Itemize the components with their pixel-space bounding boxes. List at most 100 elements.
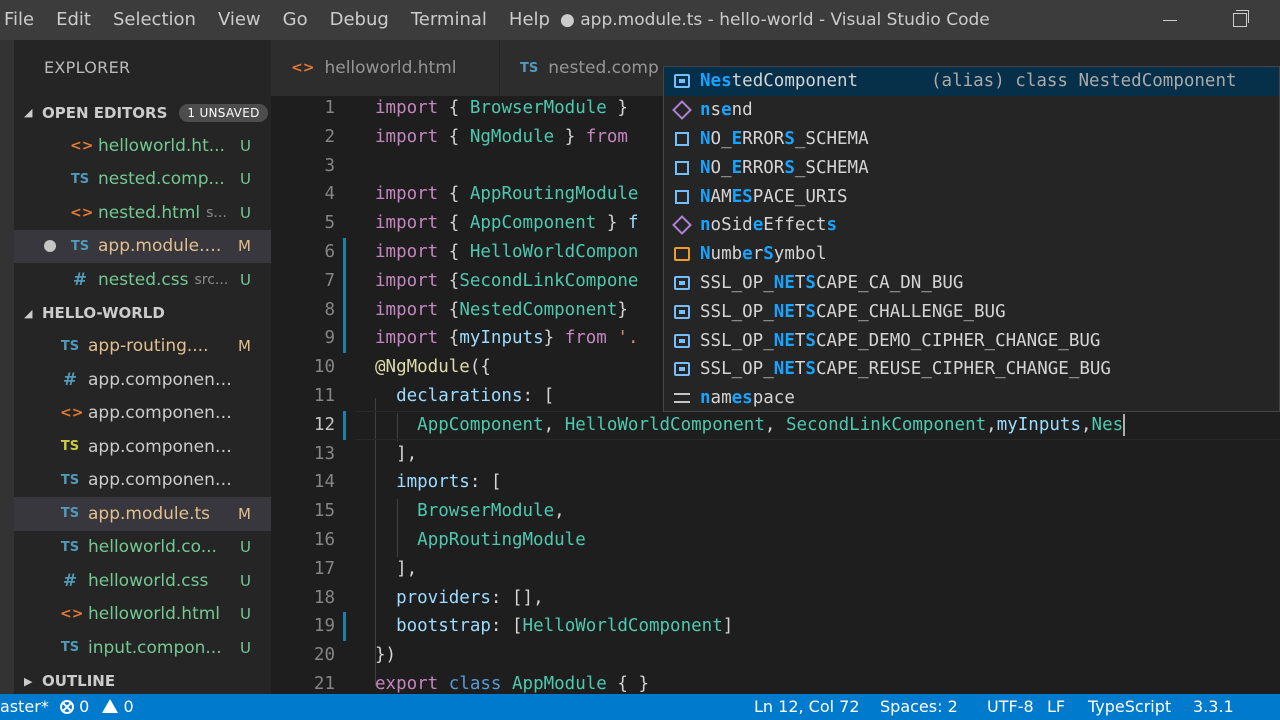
menu-terminal[interactable]: Terminal: [400, 0, 498, 40]
ts-version[interactable]: 3.3.1: [1193, 694, 1234, 720]
menu-go[interactable]: Go: [272, 0, 319, 40]
minimize-button[interactable]: [1140, 0, 1200, 40]
language-mode[interactable]: TypeScript: [1088, 694, 1171, 720]
file-name: helloworld.css: [88, 570, 209, 591]
minimize-icon: [1163, 19, 1177, 21]
text-cursor: [1123, 413, 1126, 436]
file-name: app-routing....: [88, 336, 209, 357]
suggestion-item[interactable]: NestedComponent (alias) class NestedCompo…: [664, 67, 1279, 96]
file-tree-item[interactable]: TS input.compon... U: [14, 631, 271, 665]
file-path-description: s...: [206, 204, 227, 221]
branch-status[interactable]: aster*: [0, 694, 49, 720]
code-line[interactable]: 21 export class AppModule { }: [271, 670, 1280, 694]
code-line[interactable]: 18 providers: [],: [271, 584, 1280, 613]
suggestion-item[interactable]: SSL_OP_NETSCAPE_CHALLENGE_BUG: [664, 297, 1279, 326]
code-line[interactable]: 14 imports: [: [271, 468, 1280, 497]
code-line[interactable]: 12 AppComponent, HelloWorldComponent, Se…: [271, 410, 1280, 440]
line-code: declarations: [: [396, 386, 555, 406]
open-editors-header[interactable]: ◢ OPEN EDITORS 1 UNSAVED: [14, 96, 271, 129]
file-name: nested.comp...: [98, 169, 225, 190]
cursor-position[interactable]: Ln 12, Col 72: [754, 694, 860, 720]
code-line[interactable]: 17 ],: [271, 555, 1280, 584]
suggestion-item[interactable]: nsend: [664, 96, 1279, 125]
file-tree-item[interactable]: <> helloworld.html U: [14, 598, 271, 632]
file-tree-item[interactable]: TS app.module.ts M: [14, 497, 271, 531]
problems-status[interactable]: 0 0: [60, 694, 134, 720]
menu-file[interactable]: File: [0, 0, 45, 40]
hello-world-header[interactable]: ◢ HELLO-WORLD: [14, 297, 271, 330]
open-editor-item[interactable]: <> helloworld.ht... U: [14, 129, 271, 163]
file-name: app.module.ts: [88, 503, 211, 524]
file-tree-item[interactable]: # app.component.css: [14, 363, 271, 397]
suggestion-item[interactable]: namespace: [664, 384, 1279, 411]
line-number: 9: [324, 328, 335, 349]
suggestion-item[interactable]: SSL_OP_NETSCAPE_DEMO_CIPHER_CHANGE_BUG: [664, 326, 1279, 355]
line-code: export class AppModule { }: [375, 674, 650, 694]
code-line[interactable]: 16 AppRoutingModule: [271, 526, 1280, 555]
outline-header[interactable]: ▶ OUTLINE: [14, 665, 271, 695]
open-editor-item[interactable]: TS app.module.t... M: [14, 229, 271, 263]
suggestion-item[interactable]: SSL_OP_NETSCAPE_REUSE_CIPHER_CHANGE_BUG: [664, 355, 1279, 384]
file-tree-item[interactable]: # helloworld.css U: [14, 564, 271, 598]
restore-button[interactable]: [1210, 0, 1270, 40]
menu-help[interactable]: Help: [498, 0, 561, 40]
eol-status[interactable]: LF: [1047, 694, 1065, 720]
suggestion-item[interactable]: NO_ERRORS_SCHEMA: [664, 153, 1279, 182]
menu-selection[interactable]: Selection: [102, 0, 207, 40]
code-line[interactable]: 20}): [271, 641, 1280, 670]
line-code: }): [375, 645, 397, 666]
file-tree-item[interactable]: TS helloworld.co... U: [14, 531, 271, 565]
menu-debug[interactable]: Debug: [319, 0, 400, 40]
warning-count: 0: [123, 697, 134, 716]
html-file-icon: <>: [60, 405, 84, 422]
modified-line-marker: [343, 295, 346, 325]
line-code: import {myInputs} from '.: [375, 328, 639, 349]
file-tree-item[interactable]: <>app.component.html: [14, 397, 271, 431]
chevron-down-icon: ◢: [24, 306, 33, 320]
git-status-badge: U: [240, 538, 251, 557]
line-code: BrowserModule,: [417, 501, 565, 522]
unsaved-dot-icon: [44, 240, 56, 253]
file-name: app.component.ts: [88, 470, 238, 491]
open-editor-item[interactable]: <> nested.html s... U: [14, 196, 271, 230]
unsaved-badge: 1 UNSAVED: [179, 103, 268, 122]
suggestion-item[interactable]: NAMESPACE_URIS: [664, 182, 1279, 211]
git-status-badge: U: [240, 270, 251, 289]
suggestion-item[interactable]: NumberSymbol: [664, 240, 1279, 269]
namespace-symbol-icon: [670, 386, 694, 410]
encoding-status[interactable]: UTF-8: [987, 694, 1034, 720]
line-code: bootstrap: [HelloWorldComponent]: [396, 616, 734, 637]
line-code: import {NestedComponent}: [375, 299, 628, 320]
code-line[interactable]: 13 ],: [271, 440, 1280, 469]
code-line[interactable]: 19 bootstrap: [HelloWorldComponent]: [271, 612, 1280, 642]
open-editor-item[interactable]: # nested.css src... U: [14, 263, 271, 297]
code-line[interactable]: 15 BrowserModule,: [271, 497, 1280, 526]
file-name: input.compon...: [88, 637, 222, 658]
git-status-badge: U: [240, 203, 251, 222]
file-name: helloworld.co...: [88, 537, 217, 558]
ts-file-icon: TS: [60, 640, 80, 656]
suggest-widget[interactable]: NestedComponent (alias) class NestedCompo…: [663, 66, 1280, 412]
project-label: HELLO-WORLD: [42, 304, 165, 322]
file-tree-item[interactable]: TS app-routing.... M: [14, 330, 271, 364]
line-code: import { BrowserModule }: [375, 98, 628, 118]
indentation-status[interactable]: Spaces: 2: [880, 694, 958, 720]
menu-view[interactable]: View: [207, 0, 272, 40]
suggest-list: NestedComponent (alias) class NestedCompo…: [664, 67, 1279, 411]
file-tree-item[interactable]: TS app.component.sp...: [14, 430, 271, 464]
suggestion-item[interactable]: NO_ERRORS_SCHEMA: [664, 125, 1279, 154]
file-tree-item[interactable]: TS app.component.ts: [14, 464, 271, 498]
variable-symbol-icon: [670, 300, 694, 324]
line-number: 14: [313, 472, 335, 493]
tab-helloworld-html[interactable]: <> helloworld.html: [271, 40, 499, 96]
open-editor-item[interactable]: TS nested.comp... U: [14, 163, 271, 197]
open-editors-list: <> helloworld.ht... U TS nested.comp... U <> ne…: [14, 129, 271, 297]
ts-file-icon: TS: [520, 60, 539, 76]
line-number: 15: [313, 501, 335, 522]
suggestion-label: SSL_OP_NETSCAPE_CA_DN_BUG: [700, 272, 964, 293]
chevron-right-icon: ▶: [24, 674, 33, 688]
suggestion-item[interactable]: SSL_OP_NETSCAPE_CA_DN_BUG: [664, 269, 1279, 298]
suggestion-item[interactable]: noSideEffects: [664, 211, 1279, 240]
html-file-icon: <>: [70, 137, 94, 154]
menu-edit[interactable]: Edit: [45, 0, 102, 40]
